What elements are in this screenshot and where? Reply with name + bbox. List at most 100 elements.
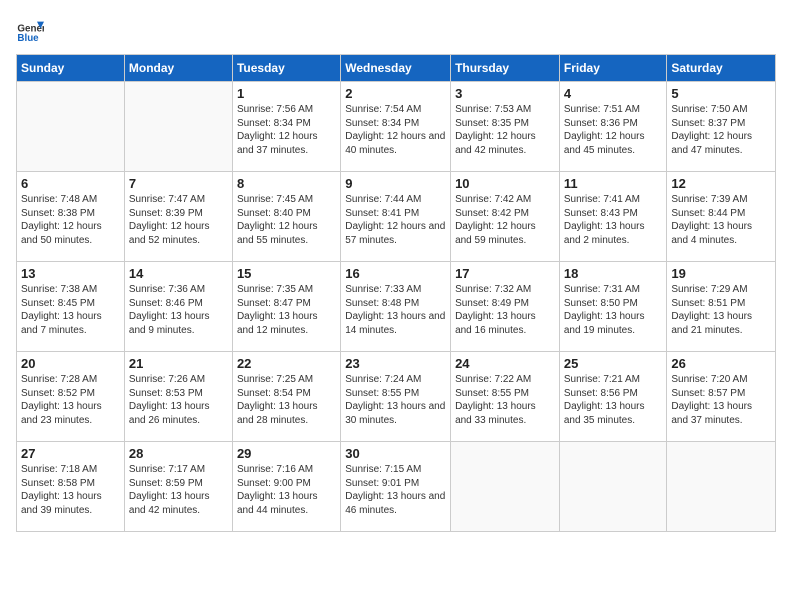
calendar-cell: 27 Sunrise: 7:18 AM Sunset: 8:58 PM Dayli…: [17, 442, 125, 532]
day-number: 4: [564, 86, 663, 101]
calendar-cell: [667, 442, 776, 532]
day-number: 25: [564, 356, 663, 371]
day-info: Sunrise: 7:22 AM Sunset: 8:55 PM Dayligh…: [455, 373, 555, 427]
weekday-header-tuesday: Tuesday: [232, 55, 340, 82]
header: General Blue: [16, 16, 776, 44]
day-number: 3: [455, 86, 555, 101]
day-number: 8: [237, 176, 336, 191]
day-info: Sunrise: 7:41 AM Sunset: 8:43 PM Dayligh…: [564, 193, 663, 247]
day-info: Sunrise: 7:24 AM Sunset: 8:55 PM Dayligh…: [345, 373, 446, 427]
day-number: 29: [237, 446, 336, 461]
calendar-cell: 21 Sunrise: 7:26 AM Sunset: 8:53 PM Dayli…: [124, 352, 232, 442]
calendar-cell: 3Sunrise: 7:53 AM Sunset: 8:35 PM Daylig…: [451, 82, 560, 172]
calendar-cell: [559, 442, 667, 532]
calendar-cell: 24 Sunrise: 7:22 AM Sunset: 8:55 PM Dayli…: [451, 352, 560, 442]
day-number: 9: [345, 176, 446, 191]
calendar-cell: 5 Sunrise: 7:50 AM Sunset: 8:37 PM Daylig…: [667, 82, 776, 172]
calendar-cell: 30 Sunrise: 7:15 AM Sunset: 9:01 PM Dayli…: [341, 442, 451, 532]
day-info: Sunrise: 7:28 AM Sunset: 8:52 PM Dayligh…: [21, 373, 120, 427]
week-row-4: 20 Sunrise: 7:28 AM Sunset: 8:52 PM Dayli…: [17, 352, 776, 442]
day-number: 30: [345, 446, 446, 461]
day-number: 19: [671, 266, 771, 281]
weekday-header-wednesday: Wednesday: [341, 55, 451, 82]
calendar-cell: 13 Sunrise: 7:38 AM Sunset: 8:45 PM Dayli…: [17, 262, 125, 352]
calendar-cell: 7 Sunrise: 7:47 AM Sunset: 8:39 PM Daylig…: [124, 172, 232, 262]
day-number: 7: [129, 176, 228, 191]
weekday-header-friday: Friday: [559, 55, 667, 82]
day-info: Sunrise: 7:48 AM Sunset: 8:38 PM Dayligh…: [21, 193, 120, 247]
day-number: 16: [345, 266, 446, 281]
calendar-cell: 10 Sunrise: 7:42 AM Sunset: 8:42 PM Dayli…: [451, 172, 560, 262]
weekday-header-row: SundayMondayTuesdayWednesdayThursdayFrid…: [17, 55, 776, 82]
day-info: Sunrise: 7:50 AM Sunset: 8:37 PM Dayligh…: [671, 103, 771, 157]
week-row-2: 6Sunrise: 7:48 AM Sunset: 8:38 PM Daylig…: [17, 172, 776, 262]
calendar-cell: 14 Sunrise: 7:36 AM Sunset: 8:46 PM Dayli…: [124, 262, 232, 352]
day-number: 14: [129, 266, 228, 281]
day-info: Sunrise: 7:29 AM Sunset: 8:51 PM Dayligh…: [671, 283, 771, 337]
day-info: Sunrise: 7:18 AM Sunset: 8:58 PM Dayligh…: [21, 463, 120, 517]
day-number: 12: [671, 176, 771, 191]
day-number: 27: [21, 446, 120, 461]
day-number: 26: [671, 356, 771, 371]
day-number: 17: [455, 266, 555, 281]
calendar-cell: 11Sunrise: 7:41 AM Sunset: 8:43 PM Dayli…: [559, 172, 667, 262]
day-number: 28: [129, 446, 228, 461]
day-info: Sunrise: 7:38 AM Sunset: 8:45 PM Dayligh…: [21, 283, 120, 337]
calendar-cell: 4 Sunrise: 7:51 AM Sunset: 8:36 PM Daylig…: [559, 82, 667, 172]
calendar-cell: [124, 82, 232, 172]
weekday-header-saturday: Saturday: [667, 55, 776, 82]
day-info: Sunrise: 7:51 AM Sunset: 8:36 PM Dayligh…: [564, 103, 663, 157]
calendar-cell: [17, 82, 125, 172]
calendar-cell: 12Sunrise: 7:39 AM Sunset: 8:44 PM Dayli…: [667, 172, 776, 262]
calendar-cell: 2Sunrise: 7:54 AM Sunset: 8:34 PM Daylig…: [341, 82, 451, 172]
day-number: 10: [455, 176, 555, 191]
week-row-5: 27 Sunrise: 7:18 AM Sunset: 8:58 PM Dayli…: [17, 442, 776, 532]
day-info: Sunrise: 7:45 AM Sunset: 8:40 PM Dayligh…: [237, 193, 336, 247]
day-number: 15: [237, 266, 336, 281]
day-info: Sunrise: 7:16 AM Sunset: 9:00 PM Dayligh…: [237, 463, 336, 517]
day-number: 21: [129, 356, 228, 371]
day-number: 23: [345, 356, 446, 371]
logo-icon: General Blue: [16, 16, 44, 44]
day-number: 18: [564, 266, 663, 281]
day-info: Sunrise: 7:31 AM Sunset: 8:50 PM Dayligh…: [564, 283, 663, 337]
calendar-cell: 26 Sunrise: 7:20 AM Sunset: 8:57 PM Dayli…: [667, 352, 776, 442]
calendar-cell: 22 Sunrise: 7:25 AM Sunset: 8:54 PM Dayli…: [232, 352, 340, 442]
day-number: 1: [237, 86, 336, 101]
day-info: Sunrise: 7:33 AM Sunset: 8:48 PM Dayligh…: [345, 283, 446, 337]
day-info: Sunrise: 7:44 AM Sunset: 8:41 PM Dayligh…: [345, 193, 446, 247]
day-number: 5: [671, 86, 771, 101]
calendar-cell: 8 Sunrise: 7:45 AM Sunset: 8:40 PM Daylig…: [232, 172, 340, 262]
day-info: Sunrise: 7:32 AM Sunset: 8:49 PM Dayligh…: [455, 283, 555, 337]
day-info: Sunrise: 7:26 AM Sunset: 8:53 PM Dayligh…: [129, 373, 228, 427]
week-row-1: 1 Sunrise: 7:56 AM Sunset: 8:34 PM Daylig…: [17, 82, 776, 172]
day-info: Sunrise: 7:42 AM Sunset: 8:42 PM Dayligh…: [455, 193, 555, 247]
day-info: Sunrise: 7:15 AM Sunset: 9:01 PM Dayligh…: [345, 463, 446, 517]
day-info: Sunrise: 7:17 AM Sunset: 8:59 PM Dayligh…: [129, 463, 228, 517]
calendar-cell: 16 Sunrise: 7:33 AM Sunset: 8:48 PM Dayli…: [341, 262, 451, 352]
calendar-cell: 6Sunrise: 7:48 AM Sunset: 8:38 PM Daylig…: [17, 172, 125, 262]
day-number: 20: [21, 356, 120, 371]
day-info: Sunrise: 7:25 AM Sunset: 8:54 PM Dayligh…: [237, 373, 336, 427]
calendar-cell: 17 Sunrise: 7:32 AM Sunset: 8:49 PM Dayli…: [451, 262, 560, 352]
day-number: 13: [21, 266, 120, 281]
logo: General Blue: [16, 16, 48, 44]
calendar-cell: 28 Sunrise: 7:17 AM Sunset: 8:59 PM Dayli…: [124, 442, 232, 532]
day-info: Sunrise: 7:47 AM Sunset: 8:39 PM Dayligh…: [129, 193, 228, 247]
calendar-table: SundayMondayTuesdayWednesdayThursdayFrid…: [16, 54, 776, 532]
calendar-cell: 9 Sunrise: 7:44 AM Sunset: 8:41 PM Daylig…: [341, 172, 451, 262]
calendar-cell: 29 Sunrise: 7:16 AM Sunset: 9:00 PM Dayli…: [232, 442, 340, 532]
day-number: 22: [237, 356, 336, 371]
day-info: Sunrise: 7:35 AM Sunset: 8:47 PM Dayligh…: [237, 283, 336, 337]
day-info: Sunrise: 7:36 AM Sunset: 8:46 PM Dayligh…: [129, 283, 228, 337]
calendar-cell: [451, 442, 560, 532]
day-info: Sunrise: 7:20 AM Sunset: 8:57 PM Dayligh…: [671, 373, 771, 427]
day-info: Sunrise: 7:56 AM Sunset: 8:34 PM Dayligh…: [237, 103, 336, 157]
weekday-header-thursday: Thursday: [451, 55, 560, 82]
calendar-cell: 20 Sunrise: 7:28 AM Sunset: 8:52 PM Dayli…: [17, 352, 125, 442]
day-number: 24: [455, 356, 555, 371]
calendar-cell: 15 Sunrise: 7:35 AM Sunset: 8:47 PM Dayli…: [232, 262, 340, 352]
weekday-header-sunday: Sunday: [17, 55, 125, 82]
calendar-cell: 25Sunrise: 7:21 AM Sunset: 8:56 PM Dayli…: [559, 352, 667, 442]
weekday-header-monday: Monday: [124, 55, 232, 82]
